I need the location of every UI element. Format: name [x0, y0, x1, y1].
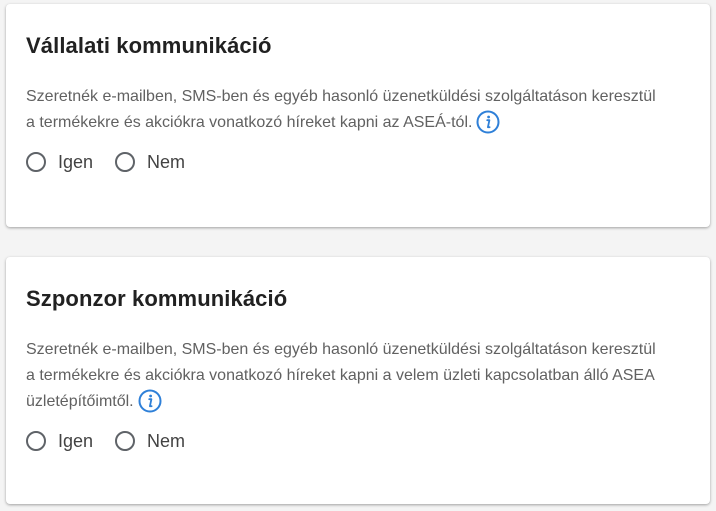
- radio-label: Igen: [58, 152, 94, 172]
- corporate-communication-card: Vállalati kommunikáció Szeretnék e-mailb…: [6, 4, 710, 227]
- sponsor-communication-card: Szponzor kommunikáció Szeretnék e-mailbe…: [6, 257, 710, 504]
- page: Vállalati kommunikáció Szeretnék e-mailb…: [0, 0, 716, 511]
- radio-button[interactable]: [26, 152, 46, 172]
- radio-option-no[interactable]: Nem: [115, 150, 185, 174]
- radio-label: Igen: [58, 431, 94, 451]
- radio-option-no[interactable]: Nem: [115, 429, 185, 453]
- card-description-text: Szeretnék e-mailben, SMS-ben és egyéb ha…: [26, 88, 656, 131]
- radio-button[interactable]: [115, 431, 136, 451]
- radio-option-yes[interactable]: Igen: [26, 150, 93, 174]
- card-title: Szponzor kommunikáció: [26, 286, 288, 311]
- radio-group: Igen Nem: [26, 150, 690, 174]
- info-icon[interactable]: [138, 389, 162, 413]
- radio-label: Nem: [147, 431, 186, 451]
- radio-button[interactable]: [26, 431, 46, 451]
- radio-label: Nem: [147, 152, 186, 172]
- card-description: Szeretnék e-mailben, SMS-ben és egyéb ha…: [26, 337, 666, 415]
- radio-option-yes[interactable]: Igen: [26, 429, 93, 453]
- card-title: Vállalati kommunikáció: [26, 33, 272, 58]
- card-description: Szeretnék e-mailben, SMS-ben és egyéb ha…: [26, 84, 666, 136]
- info-icon[interactable]: [476, 110, 500, 134]
- radio-group: Igen Nem: [26, 429, 690, 453]
- card-description-text: Szeretnék e-mailben, SMS-ben és egyéb ha…: [26, 341, 656, 410]
- radio-button[interactable]: [115, 152, 136, 172]
